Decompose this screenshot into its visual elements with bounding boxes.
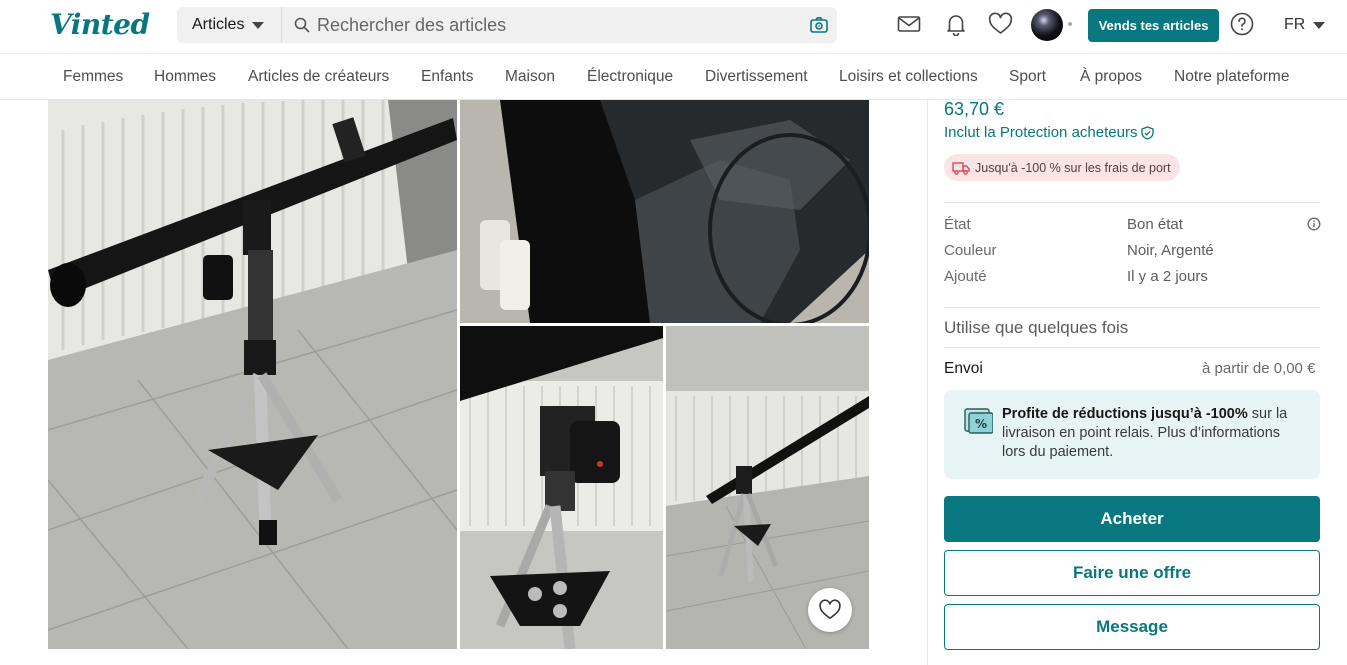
nav-item-enfants[interactable]: Enfants [421,68,474,86]
heart-icon[interactable] [988,12,1013,41]
detail-label-etat: État [944,216,971,233]
percent-icon: % [964,408,993,434]
nav-item-sport[interactable]: Sport [1009,68,1046,86]
nav-item-femmes[interactable]: Femmes [63,68,123,86]
divider [944,307,1320,308]
vinted-logo[interactable]: Vinted [50,8,150,41]
message-button[interactable]: Message [944,604,1320,650]
chevron-down-icon [1313,21,1326,29]
shipping-label: Envoi [944,360,983,377]
language-label: FR [1284,16,1306,33]
favourite-button[interactable] [808,588,852,632]
nav-item-maison[interactable]: Maison [505,68,555,86]
search-input[interactable] [315,7,795,43]
truck-icon [952,161,970,175]
buy-button[interactable]: Acheter [944,496,1320,542]
chevron-down-icon [252,21,265,29]
item-photo-main[interactable] [48,100,457,649]
search-bar: Articles [177,7,837,43]
shipping-price: à partir de 0,00 € [1202,360,1316,377]
camera-icon[interactable] [809,15,829,40]
nav-item-createurs[interactable]: Articles de créateurs [248,68,389,86]
detail-value-couleur: Noir, Argenté [1127,242,1214,259]
language-select[interactable]: FR [1284,16,1326,34]
user-avatar[interactable] [1031,9,1063,41]
detail-label-ajoute: Ajouté [944,268,987,285]
nav-item-electronique[interactable]: Électronique [587,68,673,86]
item-photo-3[interactable] [460,326,663,649]
nav-item-hommes[interactable]: Hommes [154,68,216,86]
make-offer-button[interactable]: Faire une offre [944,550,1320,596]
category-select-label: Articles [192,16,245,33]
detail-label-couleur: Couleur [944,242,997,259]
item-description: Utilise que quelques fois [944,318,1129,337]
heart-icon [819,599,841,620]
nav-item-plateforme[interactable]: Notre plateforme [1174,68,1289,86]
detail-value-ajoute: Il y a 2 jours [1127,268,1208,285]
mail-icon[interactable] [897,12,921,41]
buyer-protection-link[interactable]: Inclut la Protection acheteurs [944,124,1155,141]
detail-value-etat: Bon état [1127,216,1183,233]
shipping-discount-label: Jusqu'à -100 % sur les frais de port [975,160,1171,175]
shipping-discount-badge: Jusqu'à -100 % sur les frais de port [944,154,1180,181]
buyer-protection-label: Inclut la Protection acheteurs [944,124,1138,141]
sell-items-button[interactable]: Vends tes articles [1088,9,1219,42]
item-price: 63,70 € [944,99,1005,119]
shield-check-icon [1141,125,1155,140]
item-photo-2[interactable] [460,100,869,323]
divider [944,202,1320,203]
avatar-menu-indicator[interactable] [1068,22,1072,26]
nav-item-a-propos[interactable]: À propos [1080,68,1142,86]
info-icon[interactable] [1307,217,1321,236]
shipping-promo-bold: Profite de réductions jusqu’à -100% [1002,406,1248,422]
search-icon [294,17,310,38]
category-nav: Femmes Hommes Articles de créateurs Enfa… [0,53,1347,100]
category-select[interactable]: Articles [177,7,282,43]
nav-item-loisirs[interactable]: Loisirs et collections [839,68,978,86]
bell-icon[interactable] [944,12,968,41]
help-icon[interactable] [1230,12,1254,41]
divider [944,347,1320,348]
svg-text:%: % [975,417,987,431]
shipping-promo-text: Profite de réductions jusqu’à -100% sur … [1002,405,1302,462]
nav-item-divertissement[interactable]: Divertissement [705,68,808,86]
shipping-promo-box: % Profite de réductions jusqu’à -100% su… [944,390,1320,479]
top-header: Vinted Articles Vends tes articles FR [0,0,1347,52]
